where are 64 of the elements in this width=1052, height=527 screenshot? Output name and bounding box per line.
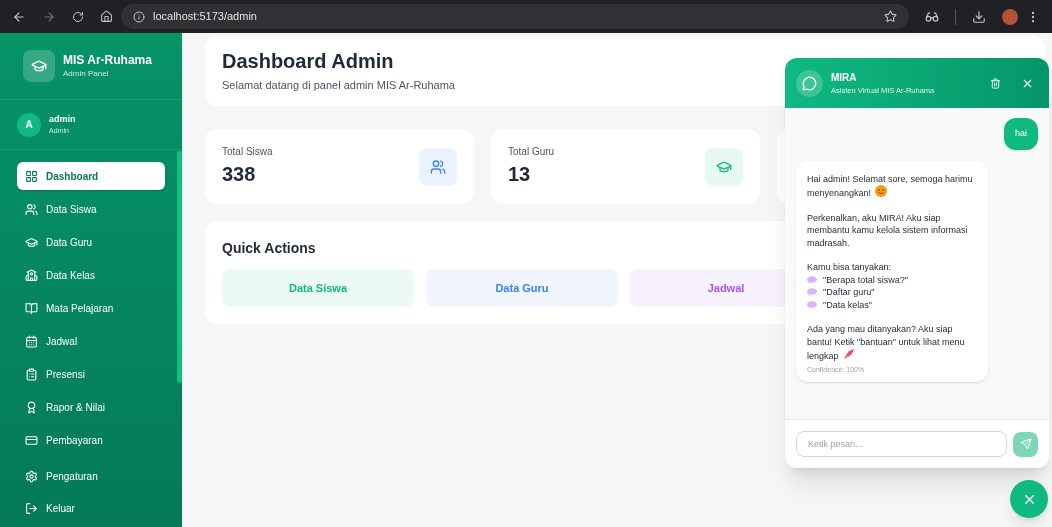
- nav-item[interactable]: Rapor & Nilai: [17, 393, 165, 421]
- rocket-icon: [842, 348, 855, 360]
- reload-icon[interactable]: [72, 10, 84, 23]
- logout-icon: [25, 501, 38, 515]
- app-name: MIS Ar-Ruhama: [63, 52, 152, 68]
- speech-bubble-icon: [807, 275, 817, 284]
- scrollbar-thumb[interactable]: [177, 151, 182, 383]
- book-icon: [25, 301, 38, 315]
- nav-item[interactable]: Presensi: [17, 360, 165, 388]
- glasses-icon[interactable]: [925, 9, 939, 24]
- info-icon: [133, 10, 145, 23]
- chat-bubble-icon: [802, 75, 817, 91]
- url-text: localhost:5173/admin: [153, 9, 257, 25]
- stat-value: 338: [222, 162, 257, 187]
- grid-icon: [25, 169, 38, 183]
- message-text: Hai admin! Selamat sore, semoga harimu menyenangkan!: [807, 172, 974, 200]
- message-text: Perkenalkan, aku MIRA! Aku siap membantu kamu kelola sistem informasi madrasah.: [807, 211, 969, 249]
- nav-item[interactable]: Mata Pelajaran: [17, 294, 165, 322]
- nav-item[interactable]: Dashboard: [17, 162, 165, 190]
- nav-item[interactable]: Pengaturan: [17, 462, 165, 490]
- award-icon: [25, 400, 38, 414]
- stat-label: Total Guru: [508, 145, 555, 159]
- app-subtitle: Admin Panel: [63, 68, 110, 80]
- trash-icon[interactable]: [990, 77, 1001, 89]
- message-text: Ada yang mau ditanyakan? Aku siap bantu! Ketik "bantuan" untuk lihat menu lengkap: [807, 323, 966, 363]
- speech-bubble-icon: [807, 300, 817, 309]
- star-icon[interactable]: [884, 10, 897, 23]
- settings-icon: [25, 469, 38, 483]
- speech-bubble-icon: [807, 288, 817, 297]
- user-name: admin: [49, 112, 76, 126]
- user-message: hai: [1004, 118, 1038, 150]
- address-bar[interactable]: localhost:5173/admin: [121, 4, 909, 29]
- chat-toggle-button[interactable]: [1010, 480, 1048, 518]
- profile-avatar[interactable]: [1002, 8, 1018, 25]
- user-avatar: A: [17, 112, 41, 137]
- users-icon: [25, 202, 38, 216]
- users-icon: [430, 158, 446, 175]
- nav-item[interactable]: Jadwal: [17, 327, 165, 355]
- school-icon: [25, 268, 38, 282]
- smile-icon: [875, 185, 888, 197]
- nav-item[interactable]: Keluar: [17, 494, 165, 522]
- graduation-cap-icon: [25, 235, 38, 249]
- home-icon[interactable]: [100, 10, 113, 23]
- nav-item[interactable]: Pembayaran: [17, 426, 165, 454]
- section-title: Quick Actions: [222, 239, 316, 258]
- graduation-cap-icon: [31, 58, 47, 74]
- send-icon: [1019, 438, 1032, 450]
- quick-action-button[interactable]: Data Siswa: [222, 269, 414, 307]
- calendar-icon: [25, 334, 38, 348]
- nav-item[interactable]: Data Siswa: [17, 195, 165, 223]
- page-title: Dashboard Admin: [222, 48, 394, 73]
- page-subtitle: Selamat datang di panel admin MIS Ar-Ruhama: [222, 77, 455, 93]
- stat-value: 13: [508, 162, 532, 187]
- chat-title: MIRA: [831, 70, 858, 85]
- forward-icon[interactable]: [42, 9, 56, 24]
- nav-item[interactable]: Data Guru: [17, 228, 165, 256]
- nav-item[interactable]: Data Kelas: [17, 261, 165, 289]
- back-icon[interactable]: [12, 9, 26, 24]
- download-icon[interactable]: [972, 9, 986, 24]
- clipboard-icon: [25, 367, 38, 381]
- quick-action-button[interactable]: Data Guru: [426, 269, 618, 307]
- message-input[interactable]: Ketik pesan...: [796, 431, 1007, 457]
- credit-card-icon: [25, 433, 38, 447]
- stat-label: Total Siswa: [222, 145, 273, 159]
